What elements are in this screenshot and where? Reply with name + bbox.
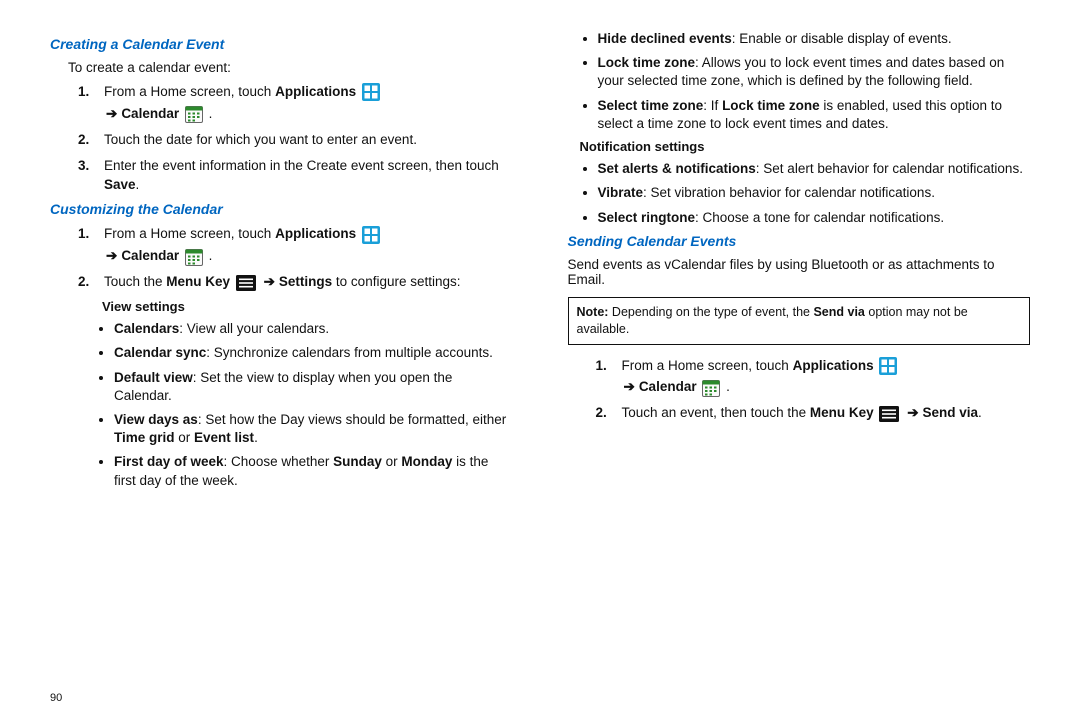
create-step-1: 1. From a Home screen, touch Application… [78, 83, 513, 124]
notification-settings-subhead: Notification settings [580, 139, 1031, 154]
customize-step-1: 1. From a Home screen, touch Application… [78, 225, 513, 266]
applications-icon [879, 357, 897, 375]
calendar-icon [702, 379, 720, 397]
view-default-view: Default view: Set the view to display wh… [114, 369, 513, 405]
applications-icon [362, 83, 380, 101]
calendar-icon [185, 105, 203, 123]
send-step-1: 1. From a Home screen, touch Application… [596, 357, 1031, 398]
create-step-2: 2.Touch the date for which you want to e… [78, 131, 513, 150]
view-first-day: First day of week: Choose whether Sunday… [114, 453, 513, 489]
calendar-icon [185, 248, 203, 266]
menu-key-icon [236, 275, 256, 291]
menu-key-icon [879, 406, 899, 422]
customize-step-2: 2. Touch the Menu Key ➔Settings to confi… [78, 273, 513, 292]
applications-icon [362, 226, 380, 244]
select-time-zone: Select time zone: If Lock time zone is e… [598, 97, 1031, 133]
heading-sending: Sending Calendar Events [568, 233, 1031, 249]
intro-creating: To create a calendar event: [68, 60, 513, 75]
notif-alerts: Set alerts & notifications: Set alert be… [598, 160, 1031, 178]
send-step-2: 2. Touch an event, then touch the Menu K… [596, 404, 1031, 423]
notif-vibrate: Vibrate: Set vibration behavior for cale… [598, 184, 1031, 202]
view-calendar-sync: Calendar sync: Synchronize calendars fro… [114, 344, 513, 362]
hide-declined: Hide declined events: Enable or disable … [598, 30, 1031, 48]
heading-creating: Creating a Calendar Event [50, 36, 513, 52]
create-step-3: 3.Enter the event information in the Cre… [78, 157, 513, 195]
page-number: 90 [50, 692, 62, 704]
view-settings-subhead: View settings [102, 299, 513, 314]
note-box: Note: Depending on the type of event, th… [568, 297, 1031, 345]
notif-ringtone: Select ringtone: Choose a tone for calen… [598, 209, 1031, 227]
lock-time-zone: Lock time zone: Allows you to lock event… [598, 54, 1031, 90]
view-calendars: Calendars: View all your calendars. [114, 320, 513, 338]
heading-customizing: Customizing the Calendar [50, 201, 513, 217]
view-days-as: View days as: Set how the Day views shou… [114, 411, 513, 447]
intro-sending: Send events as vCalendar files by using … [568, 257, 1031, 287]
